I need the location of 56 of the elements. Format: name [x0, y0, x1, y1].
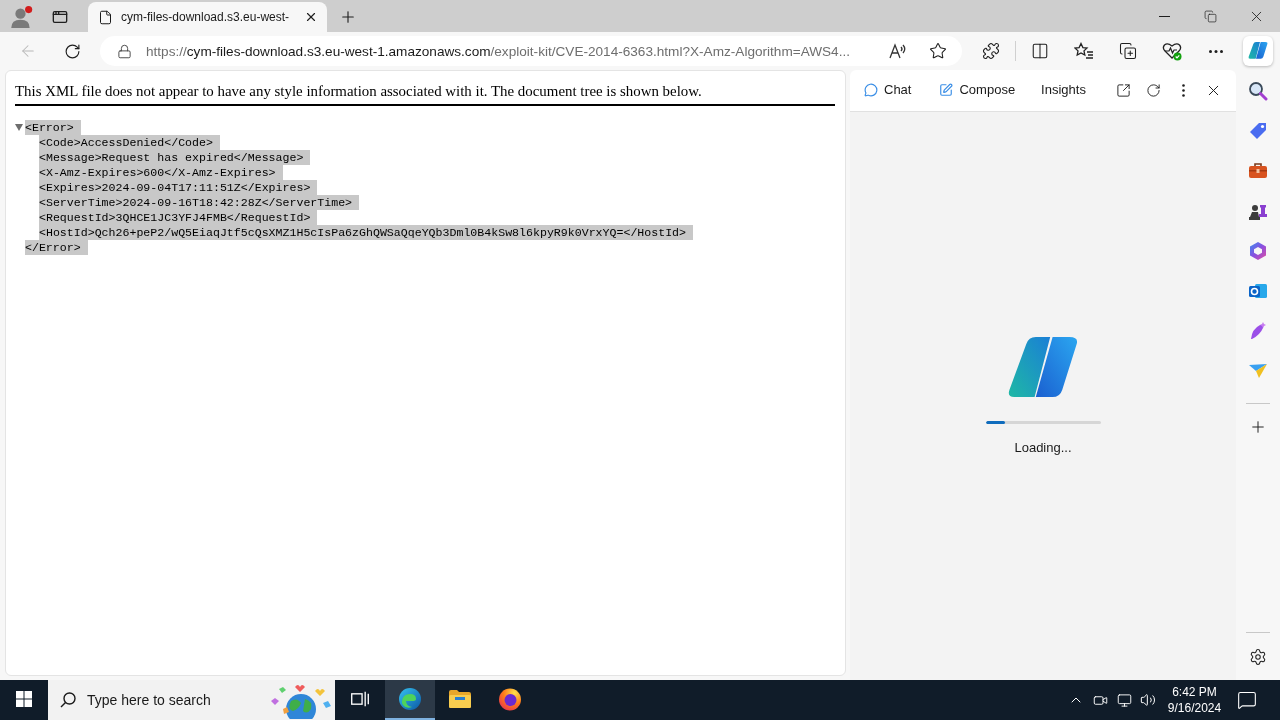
- star-list-icon: [1074, 42, 1094, 60]
- close-icon: [304, 10, 318, 24]
- settings-icon: [1249, 648, 1267, 666]
- address-field[interactable]: https://cym-files-download.s3.eu-west-1.amazonaws.com/exploit-kit/CVE-2014-6363.html?X-Amz-Algorithm=AWS4...: [100, 36, 962, 66]
- panel-tab[interactable]: Compose: [937, 75, 1018, 106]
- speaker-icon: [1140, 692, 1156, 708]
- paper-plane-icon: [1248, 362, 1268, 380]
- window-icon: [52, 9, 68, 25]
- restore-icon: [1203, 9, 1217, 23]
- collections-icon: [1119, 42, 1137, 60]
- flame-logo-icon: [498, 687, 522, 711]
- xml-notice: This XML file does not appear to have any style information associated with it. The document tree is shown below.: [15, 81, 835, 106]
- pen-square-icon: [939, 82, 954, 97]
- toolbox-icon: [1248, 162, 1268, 180]
- plus-icon: [339, 8, 357, 26]
- split-screen-icon: [1031, 42, 1049, 60]
- read-aloud-icon: [889, 43, 907, 59]
- heart-pulse-icon: [1162, 41, 1182, 61]
- clock-time: 6:42 PM: [1172, 684, 1217, 700]
- task-view-icon: [351, 691, 369, 707]
- app-logo: [1007, 336, 1079, 400]
- star-icon: [929, 42, 947, 60]
- search-icon: [1248, 81, 1268, 101]
- logo-icon: [1248, 42, 1268, 60]
- document-icon: [98, 9, 113, 25]
- refresh-icon: [1145, 83, 1161, 98]
- clock-date: 9/16/2024: [1167, 700, 1222, 716]
- taskbar-app-button[interactable]: [385, 680, 435, 720]
- quill-icon: [1248, 321, 1268, 341]
- open-external-icon: [1115, 83, 1131, 98]
- panel-tab[interactable]: Chat: [862, 75, 914, 106]
- monitor-icon: [1116, 692, 1132, 708]
- mail-icon: [1248, 281, 1268, 301]
- browser-tab[interactable]: cym-files-download.s3.eu-west-: [88, 2, 327, 32]
- windows-logo-icon: [16, 691, 32, 707]
- tag-icon: [1248, 121, 1268, 141]
- swirl-logo-icon: [398, 687, 422, 711]
- folder-icon: [448, 689, 472, 709]
- loading-text: Loading...: [1014, 440, 1072, 456]
- panel-tab[interactable]: Insights: [1039, 75, 1088, 106]
- puzzle-icon: [982, 42, 1000, 60]
- search-input[interactable]: Type here to search: [87, 692, 254, 708]
- plus-icon: [1249, 418, 1267, 436]
- collapse-triangle-icon[interactable]: [15, 124, 23, 131]
- assistant-button[interactable]: [1243, 36, 1273, 66]
- search-icon: [60, 692, 76, 708]
- more-icon: [1209, 49, 1223, 53]
- chat-bubble-icon: [864, 82, 878, 97]
- profile-icon: [11, 6, 33, 28]
- more-icon: [1181, 84, 1185, 97]
- refresh-icon: [63, 42, 81, 60]
- minimize-icon: [1158, 15, 1170, 17]
- lock-icon: [117, 43, 132, 59]
- hexagon-ring-icon: [1248, 241, 1268, 261]
- notification-icon: [1237, 690, 1257, 710]
- url-text: https://cym-files-download.s3.eu-west-1.amazonaws.com/exploit-kit/CVE-2014-6363.html?X-Amz-Algorithm=AWS4...: [146, 43, 851, 59]
